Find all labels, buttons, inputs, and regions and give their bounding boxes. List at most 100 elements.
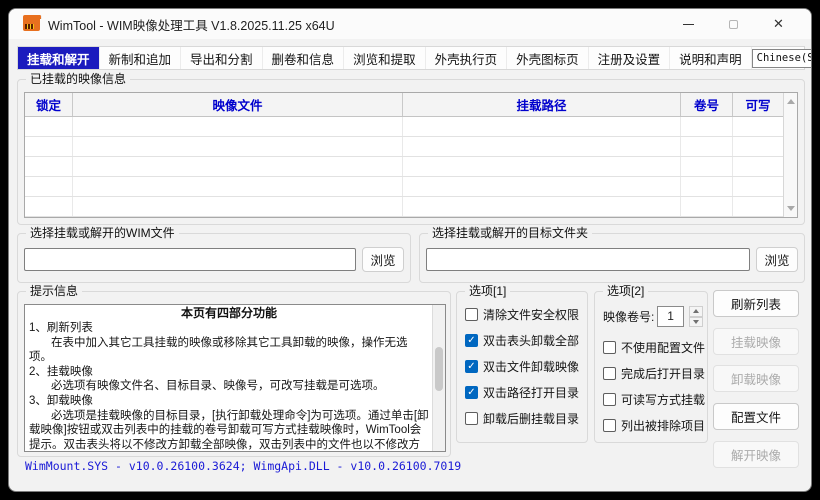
hint-scrollbar-thumb[interactable] bbox=[435, 347, 443, 391]
checkbox-box bbox=[465, 308, 478, 321]
table-cell bbox=[25, 197, 73, 216]
table-cell bbox=[733, 177, 783, 196]
tab-shell-icon-page[interactable]: 外壳图标页 bbox=[507, 47, 589, 69]
tab-delete-volume-info[interactable]: 删卷和信息 bbox=[263, 47, 345, 69]
table-cell bbox=[73, 177, 403, 196]
table-cell bbox=[25, 157, 73, 176]
mounted-images-table: 锁定映像文件挂载路径卷号可写 bbox=[24, 92, 798, 218]
checkbox-label: 列出被排除项目 bbox=[621, 417, 705, 434]
read-write-mount-checkbox[interactable]: 可读写方式挂载 bbox=[603, 391, 703, 408]
options2-group: 选项[2] 映像卷号: 1 不使用配置文件完成后打开目录可读写方式挂载列出被排除… bbox=[594, 291, 708, 443]
checkbox-box bbox=[603, 341, 616, 354]
hint-info-group-label: 提示信息 bbox=[26, 284, 82, 298]
open-dir-when-done-checkbox[interactable]: 完成后打开目录 bbox=[603, 365, 703, 382]
checkbox-box: ✓ bbox=[465, 334, 478, 347]
hint-scrollbar[interactable] bbox=[432, 305, 445, 451]
language-select-value: Chinese(Simp bbox=[757, 52, 812, 64]
stepper-up-icon[interactable] bbox=[689, 306, 703, 317]
column-volume[interactable]: 卷号 bbox=[681, 93, 733, 116]
table-row bbox=[25, 157, 783, 177]
checkbox-box bbox=[603, 367, 616, 380]
tab-bar-items: 挂载和解开新制和追加导出和分割删卷和信息浏览和提取外壳执行页外壳图标页注册及设置… bbox=[18, 47, 752, 69]
table-cell bbox=[681, 177, 733, 196]
hint-line: 2、挂载映像 bbox=[29, 365, 429, 380]
volume-number-input[interactable]: 1 bbox=[657, 306, 684, 327]
action-buttons: 刷新列表挂载映像卸载映像配置文件解开映像 bbox=[713, 285, 799, 475]
checkbox-box: ✓ bbox=[465, 386, 478, 399]
table-scrollbar[interactable] bbox=[783, 93, 797, 217]
checkbox-box bbox=[465, 412, 478, 425]
table-cell bbox=[733, 197, 783, 216]
table-cell bbox=[73, 157, 403, 176]
title-bar: WimTool - WIM映像处理工具 V1.8.2025.11.25 x64U… bbox=[9, 9, 811, 39]
clear-file-acl-checkbox[interactable]: 清除文件安全权限 bbox=[465, 306, 583, 323]
table-cell bbox=[73, 137, 403, 156]
target-folder-group-label: 选择挂载或解开的目标文件夹 bbox=[428, 226, 592, 240]
wim-browse-button[interactable]: 浏览 bbox=[362, 247, 404, 272]
column-mount-path[interactable]: 挂载路径 bbox=[403, 93, 681, 116]
checkbox-label: 卸载后删挂载目录 bbox=[483, 410, 579, 427]
wim-file-input[interactable] bbox=[24, 248, 356, 271]
table-cell bbox=[681, 197, 733, 216]
checkbox-label: 双击路径打开目录 bbox=[483, 384, 579, 401]
status-versions: WimMount.SYS - v10.0.26100.3624; WimgApi… bbox=[25, 459, 461, 473]
table-cell bbox=[733, 137, 783, 156]
table-cell bbox=[681, 137, 733, 156]
scroll-down-icon[interactable] bbox=[787, 206, 795, 211]
table-cell bbox=[403, 137, 681, 156]
dblclick-path-open-dir-checkbox[interactable]: ✓ 双击路径打开目录 bbox=[465, 384, 583, 401]
target-folder-input[interactable] bbox=[426, 248, 750, 271]
checkbox-label: 可读写方式挂载 bbox=[621, 391, 705, 408]
mounted-images-group: 已挂载的映像信息 锁定映像文件挂载路径卷号可写 bbox=[17, 79, 805, 225]
folder-browse-button[interactable]: 浏览 bbox=[756, 247, 798, 272]
target-folder-group: 选择挂载或解开的目标文件夹 浏览 bbox=[419, 233, 805, 283]
checkbox-box: ✓ bbox=[465, 360, 478, 373]
table-cell bbox=[73, 197, 403, 216]
stepper-down-icon[interactable] bbox=[689, 317, 703, 328]
close-button[interactable]: ✕ bbox=[756, 9, 801, 39]
hint-info-group: 提示信息 本页有四部分功能 1、刷新列表在表中加入其它工具挂载的映像或移除其它工… bbox=[17, 291, 451, 457]
table-cell bbox=[25, 137, 73, 156]
tab-register-settings[interactable]: 注册及设置 bbox=[589, 47, 671, 69]
table-cell bbox=[733, 117, 783, 136]
delete-mount-dir-after-unmount-checkbox[interactable]: 卸载后删挂载目录 bbox=[465, 410, 583, 427]
refresh-list-button[interactable]: 刷新列表 bbox=[713, 290, 799, 317]
dblclick-header-unmount-all-checkbox[interactable]: ✓ 双击表头卸载全部 bbox=[465, 332, 583, 349]
config-file-button[interactable]: 配置文件 bbox=[713, 403, 799, 430]
column-lock[interactable]: 锁定 bbox=[25, 93, 73, 116]
list-excluded-items-checkbox[interactable]: 列出被排除项目 bbox=[603, 417, 703, 434]
checkbox-label: 不使用配置文件 bbox=[621, 339, 705, 356]
tab-create-append[interactable]: 新制和追加 bbox=[100, 47, 182, 69]
window-title: WimTool - WIM映像处理工具 V1.8.2025.11.25 x64U bbox=[48, 15, 335, 34]
column-writable[interactable]: 可写 bbox=[733, 93, 783, 116]
table-cell bbox=[681, 157, 733, 176]
table-cell bbox=[25, 117, 73, 136]
maximize-button bbox=[711, 9, 756, 39]
tab-browse-extract[interactable]: 浏览和提取 bbox=[344, 47, 426, 69]
hint-line: 在表中加入其它工具挂载的映像或移除其它工具卸载的映像，操作无选项。 bbox=[29, 336, 429, 365]
volume-number-stepper[interactable] bbox=[689, 306, 703, 327]
app-icon bbox=[23, 17, 40, 31]
dblclick-file-unmount-checkbox[interactable]: ✓双击文件卸载映像 bbox=[465, 358, 583, 375]
hint-text-box: 本页有四部分功能 1、刷新列表在表中加入其它工具挂载的映像或移除其它工具卸载的映… bbox=[24, 304, 446, 452]
scroll-up-icon[interactable] bbox=[787, 99, 795, 104]
column-image-file[interactable]: 映像文件 bbox=[73, 93, 403, 116]
mounted-images-group-label: 已挂载的映像信息 bbox=[26, 72, 130, 86]
checkbox-box bbox=[603, 419, 616, 432]
options2-group-label: 选项[2] bbox=[603, 284, 648, 298]
no-config-file-checkbox[interactable]: 不使用配置文件 bbox=[603, 339, 703, 356]
hint-lines: 1、刷新列表在表中加入其它工具挂载的映像或移除其它工具卸载的映像，操作无选项。2… bbox=[29, 321, 429, 452]
tab-export-split[interactable]: 导出和分割 bbox=[181, 47, 263, 69]
tab-about[interactable]: 说明和声明 bbox=[670, 47, 752, 69]
checkbox-label: 清除文件安全权限 bbox=[483, 306, 579, 323]
table-row bbox=[25, 197, 783, 217]
tab-shell-exec-page[interactable]: 外壳执行页 bbox=[426, 47, 508, 69]
unpack-image-button: 解开映像 bbox=[713, 441, 799, 468]
minimize-button[interactable] bbox=[666, 9, 711, 39]
tab-mount-unpack[interactable]: 挂载和解开 bbox=[18, 47, 100, 69]
hint-title: 本页有四部分功能 bbox=[29, 306, 429, 321]
checkbox-label: 双击表头卸载全部 bbox=[483, 332, 579, 349]
app-window: WimTool - WIM映像处理工具 V1.8.2025.11.25 x64U… bbox=[8, 8, 812, 492]
options1-group: 选项[1] 清除文件安全权限✓双击表头卸载全部✓双击文件卸载映像✓双击路径打开目… bbox=[456, 291, 588, 443]
language-select[interactable]: Chinese(Simp ∨ bbox=[752, 49, 812, 68]
